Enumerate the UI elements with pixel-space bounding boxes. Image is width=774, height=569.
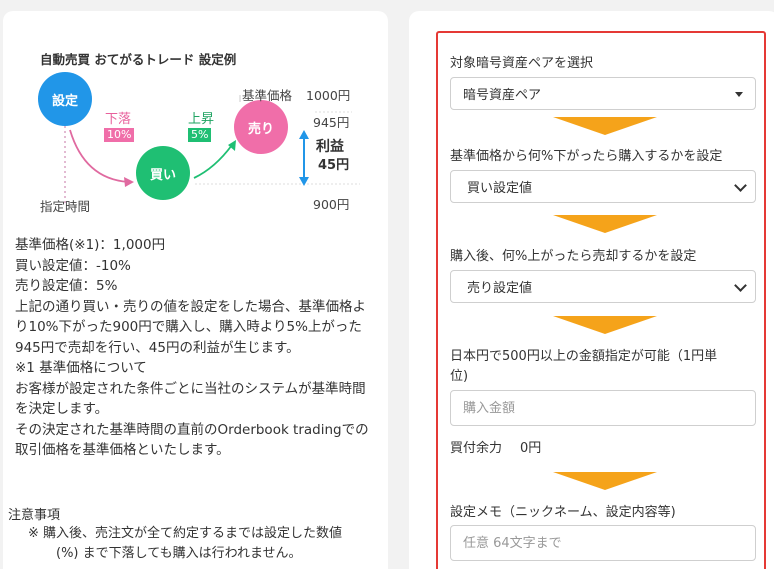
base-price-value: 1000円 bbox=[306, 88, 351, 103]
price-945: 945円 bbox=[313, 115, 350, 130]
profit-label: 利益 bbox=[316, 139, 344, 155]
profit-value: 45円 bbox=[318, 158, 350, 173]
memo-input[interactable] bbox=[450, 525, 756, 561]
pair-select[interactable]: 暗号資産ペア bbox=[450, 77, 756, 110]
buy-label: 基準価格から何%下がったら購入するかを設定 bbox=[450, 149, 723, 164]
amount-label-cont: 位) bbox=[450, 369, 469, 384]
chevron-down-icon bbox=[734, 179, 747, 192]
rise-arrow-line bbox=[193, 144, 233, 179]
fall-badge: 10% bbox=[104, 128, 135, 142]
desc-line: お客様が設定された条件ごとに当社のシステムが基準時間を決定します。 bbox=[15, 380, 366, 418]
sell-select[interactable]: 売り設定値 bbox=[450, 270, 756, 303]
step-arrow-icon bbox=[553, 472, 657, 490]
trade-example-diagram: 自動売買 おてがるトレード 設定例 設定 買い 売り 下落 10% 上昇 5% … bbox=[0, 0, 385, 214]
amount-label: 日本円で500円以上の金額指定が可能（1円単 bbox=[450, 349, 718, 364]
base-price-label: 基準価格 bbox=[242, 88, 293, 103]
note-text: ※ 購入後、売注文が全て約定するまでは設定した数値 bbox=[28, 526, 343, 541]
caret-down-icon bbox=[735, 92, 743, 97]
buy-select-value: 買い設定値 bbox=[467, 181, 533, 196]
uri-circle: 売り bbox=[234, 100, 288, 154]
pair-select-value: 暗号資産ペア bbox=[463, 88, 542, 103]
desc-line: 買い設定値：-10% bbox=[15, 257, 131, 274]
desc-line: 上記の通り買い・売りの値を設定をした場合、基準価格より10%下がった900円で購… bbox=[15, 298, 366, 356]
note-text: (%) まで下落しても購入は行われません。 bbox=[56, 546, 302, 561]
chevron-down-icon bbox=[734, 279, 747, 292]
fall-arrow-head bbox=[124, 177, 134, 187]
rise-label: 上昇 bbox=[188, 112, 215, 127]
designated-time-label: 指定時間 bbox=[40, 199, 91, 214]
balance-label: 買付余力 bbox=[450, 441, 503, 456]
buy-select[interactable]: 買い設定値 bbox=[450, 170, 756, 203]
price-900: 900円 bbox=[313, 197, 350, 212]
profit-arrow-up bbox=[299, 130, 309, 139]
example-description: 基準価格(※1)：1,000円 買い設定値：-10% 売り設定値：5% 上記の通… bbox=[15, 235, 377, 461]
desc-line: 売り設定値：5% bbox=[15, 278, 118, 294]
fall-label: 下落 bbox=[105, 112, 132, 127]
sell-select-value: 売り設定値 bbox=[467, 281, 533, 296]
rise-badge: 5% bbox=[188, 128, 212, 142]
note-item: ※ 購入後、売注文が全て約定するまでは設定した数値 (%) まで下落しても購入は… bbox=[28, 524, 368, 564]
step-arrow-icon bbox=[553, 316, 657, 334]
auto-trade-form: 対象暗号資産ペアを選択 暗号資産ペア 基準価格から何%下がったら購入するかを設定… bbox=[436, 31, 766, 569]
sell-label: 購入後、何%上がったら売却するかを設定 bbox=[450, 249, 697, 264]
amount-input[interactable] bbox=[450, 390, 756, 426]
notes-title: 注意事項 bbox=[8, 508, 61, 523]
step-arrow-icon bbox=[553, 215, 657, 233]
balance-value: 0円 bbox=[520, 441, 542, 456]
kai-circle: 買い bbox=[136, 146, 190, 200]
pair-label: 対象暗号資産ペアを選択 bbox=[450, 56, 594, 71]
desc-line: ※1 基準価格について bbox=[15, 360, 147, 376]
settei-circle: 設定 bbox=[38, 72, 92, 126]
desc-line: その決定された基準時間の直前のOrderbook tradingでの取引価格を基… bbox=[15, 421, 369, 459]
desc-line: 基準価格(※1)：1,000円 bbox=[15, 237, 166, 253]
profit-arrow-down bbox=[299, 177, 309, 186]
step-arrow-icon bbox=[553, 117, 657, 135]
memo-label: 設定メモ（ニックネーム、設定内容等) bbox=[450, 505, 676, 520]
